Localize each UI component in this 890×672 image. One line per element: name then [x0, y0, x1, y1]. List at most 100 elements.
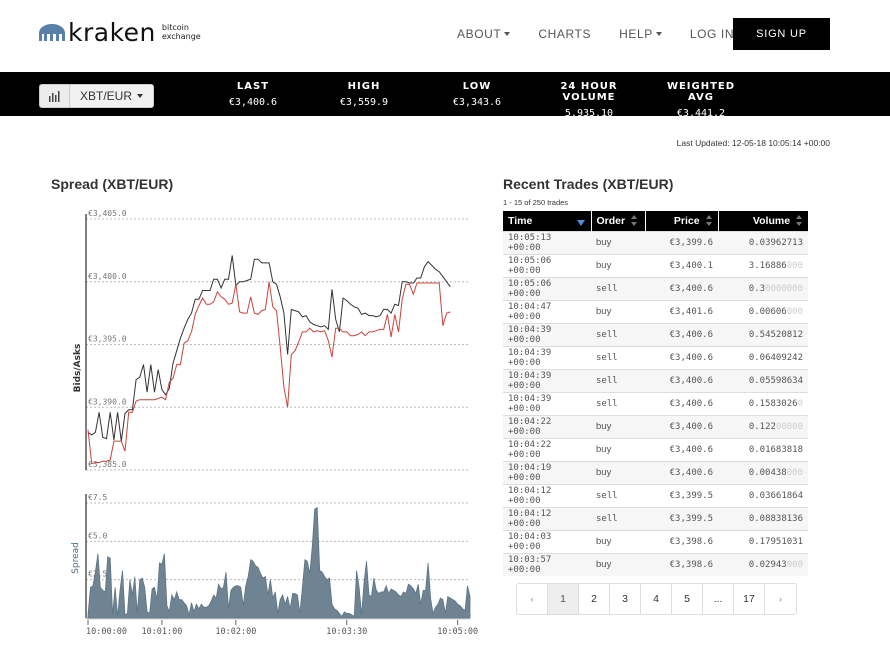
stat-low: LOW €3,343.6	[446, 81, 508, 108]
trade-volume: 0.12200000	[718, 414, 808, 438]
stat-label: HIGH	[347, 81, 381, 92]
trade-row: 10:03:57 +00:00 buy €3,398.6 0.02943000	[503, 552, 808, 576]
trade-price: €3,400.6	[645, 391, 718, 415]
stat-label: LOW	[462, 81, 492, 92]
trades-count: 1 - 15 of 250 trades	[503, 198, 569, 207]
volume-padding: 000	[786, 559, 803, 570]
kraken-logo[interactable]: kraken bitcoin exchange	[38, 20, 201, 45]
nav-about-label: ABOUT	[457, 27, 502, 41]
trade-row: 10:04:47 +00:00 buy €3,401.6 0.00606000	[503, 299, 808, 323]
stat-value: 5,935.10	[564, 108, 614, 119]
pair-dropdown[interactable]: XBT/EUR	[70, 85, 153, 107]
trade-row: 10:05:13 +00:00 buy €3,399.6 0.03962713	[503, 230, 808, 254]
trades-header-row: Time Order Price Volume	[503, 211, 808, 231]
spread-area	[87, 506, 471, 619]
time-x-axis: 10:00:00 10:01:00 10:02:00 10:03:30 10:05:00	[86, 618, 478, 637]
price-y-tick-label: €3,400.0	[88, 272, 127, 281]
volume-padding: 0	[797, 398, 803, 409]
trades-title: Recent Trades (XBT/EUR)	[503, 176, 674, 192]
trades-body: 10:05:13 +00:00 buy €3,399.6 0.03962713 10:0…	[503, 230, 808, 576]
stat-weighted-avg: WEIGHTED AVG €3,441.2	[652, 81, 750, 119]
pagination-page-4[interactable]: 4	[641, 584, 672, 614]
x-tick-label: 10:05:00	[437, 627, 478, 637]
column-order-label: Order	[596, 214, 626, 227]
chevron-down-icon	[504, 32, 511, 36]
tagline-line-2: exchange	[161, 32, 201, 41]
sign-up-button[interactable]: SIGN UP	[733, 18, 830, 50]
volume-value: 3.16886	[748, 260, 787, 271]
pagination-page-17[interactable]: 17	[734, 584, 765, 614]
trade-time: 10:04:12 +00:00	[503, 483, 591, 507]
nav-charts[interactable]: CHARTS	[538, 27, 591, 41]
trades-table: Time Order Price Volume 10:05:13 +00:00 b…	[503, 211, 808, 576]
trade-order: buy	[591, 414, 645, 438]
trade-price: €3,398.6	[645, 529, 718, 553]
price-y-tick-label: €3,390.0	[88, 397, 127, 406]
trade-time: 10:04:39 +00:00	[503, 391, 591, 415]
trade-volume: 0.30000000	[718, 276, 808, 300]
volume-value: 0.03962713	[748, 237, 803, 248]
brand-tagline: bitcoin exchange	[162, 23, 201, 41]
volume-padding: 0000000	[765, 283, 803, 294]
price-y-tick-label: €3,405.0	[88, 209, 127, 218]
stat-label: LAST	[236, 81, 270, 92]
trade-volume: 0.08838136	[718, 506, 808, 530]
pagination-ellipsis[interactable]: ...	[703, 584, 734, 614]
trade-order: buy	[591, 253, 645, 277]
volume-value: 0.08838136	[748, 513, 803, 524]
pair-label: XBT/EUR	[80, 89, 133, 103]
chart-toggle-button[interactable]	[40, 85, 70, 107]
trade-row: 10:04:22 +00:00 buy €3,400.6 0.12200000	[503, 414, 808, 438]
pagination-page-2[interactable]: 2	[579, 584, 610, 614]
trade-volume: 0.15830260	[718, 391, 808, 415]
y-axis-label-spread: Spread	[71, 542, 81, 574]
column-header-order[interactable]: Order	[591, 211, 646, 231]
volume-value: 0.03661864	[748, 490, 803, 501]
trade-row: 10:04:03 +00:00 buy €3,398.6 0.17951031	[503, 529, 808, 553]
trade-price: €3,398.6	[645, 552, 718, 576]
bar-chart-icon	[48, 90, 59, 102]
volume-value: 0.00606	[748, 306, 787, 317]
trade-order: sell	[591, 391, 645, 415]
trade-price: €3,400.6	[645, 437, 718, 461]
column-header-volume[interactable]: Volume	[718, 211, 808, 231]
x-tick-label: 10:01:00	[141, 627, 182, 637]
trade-order: buy	[591, 529, 645, 553]
pagination-prev-button[interactable]: ‹	[517, 584, 548, 614]
nav-help[interactable]: HELP	[619, 27, 662, 41]
trade-price: €3,400.6	[645, 345, 718, 369]
stat-value: €3,559.9	[339, 97, 389, 108]
volume-value: 0.05598634	[748, 375, 803, 386]
trade-row: 10:04:39 +00:00 sell €3,400.6 0.54520812	[503, 322, 808, 346]
column-price-label: Price	[673, 214, 700, 227]
trade-time: 10:05:13 +00:00	[503, 230, 591, 254]
trade-time: 10:04:39 +00:00	[503, 322, 591, 346]
nav-help-label: HELP	[619, 27, 653, 41]
volume-value: 0.1583026	[748, 398, 798, 409]
nav-login[interactable]: LOG IN	[690, 27, 734, 41]
price-grid: €3,385.0€3,390.0€3,395.0€3,400.0€3,405.0	[86, 209, 470, 471]
trade-volume: 0.05598634	[718, 368, 808, 392]
trade-row: 10:04:22 +00:00 buy €3,400.6 0.01683818	[503, 437, 808, 461]
sort-icon	[796, 215, 803, 227]
volume-value: 0.00438	[748, 467, 787, 478]
trade-volume: 0.01683818	[718, 437, 808, 461]
trade-row: 10:04:12 +00:00 sell €3,399.5 0.08838136	[503, 506, 808, 530]
trade-order: sell	[591, 506, 645, 530]
x-tick-label: 10:03:30	[326, 627, 367, 637]
trade-price: €3,400.6	[645, 460, 718, 484]
trade-order: sell	[591, 483, 645, 507]
pair-selector[interactable]: XBT/EUR	[39, 84, 155, 108]
volume-value: 0.02943	[748, 559, 787, 570]
column-volume-label: Volume	[752, 214, 791, 227]
y-axis-label-bids-asks: Bids/Asks	[73, 344, 83, 393]
pagination-page-3[interactable]: 3	[610, 584, 641, 614]
pagination-next-button[interactable]: ›	[765, 584, 796, 614]
trade-price: €3,399.5	[645, 506, 718, 530]
nav-about[interactable]: ABOUT	[457, 27, 511, 41]
column-header-time[interactable]: Time	[503, 211, 592, 231]
column-header-price[interactable]: Price	[645, 211, 719, 231]
pagination-page-5[interactable]: 5	[672, 584, 703, 614]
pagination-page-1[interactable]: 1	[548, 584, 579, 614]
tagline-line-1: bitcoin	[161, 23, 189, 32]
